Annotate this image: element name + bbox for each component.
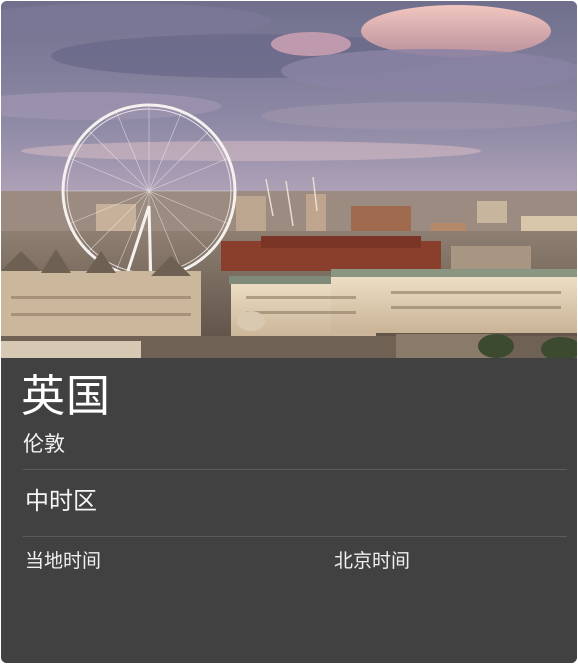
timezone-name: 中时区 [25,487,97,515]
location-info-panel: 英国 伦敦 中时区 当地时间 北京时间 [1,358,577,663]
timezone-card: 英国 伦敦 中时区 当地时间 北京时间 [1,1,577,663]
city-photo [1,1,577,358]
country-name: 英国 [21,371,111,422]
beijing-time-label: 北京时间 [334,550,411,572]
divider [23,536,567,537]
city-name: 伦敦 [23,432,65,456]
local-time-label: 当地时间 [25,550,102,572]
divider [23,469,567,470]
